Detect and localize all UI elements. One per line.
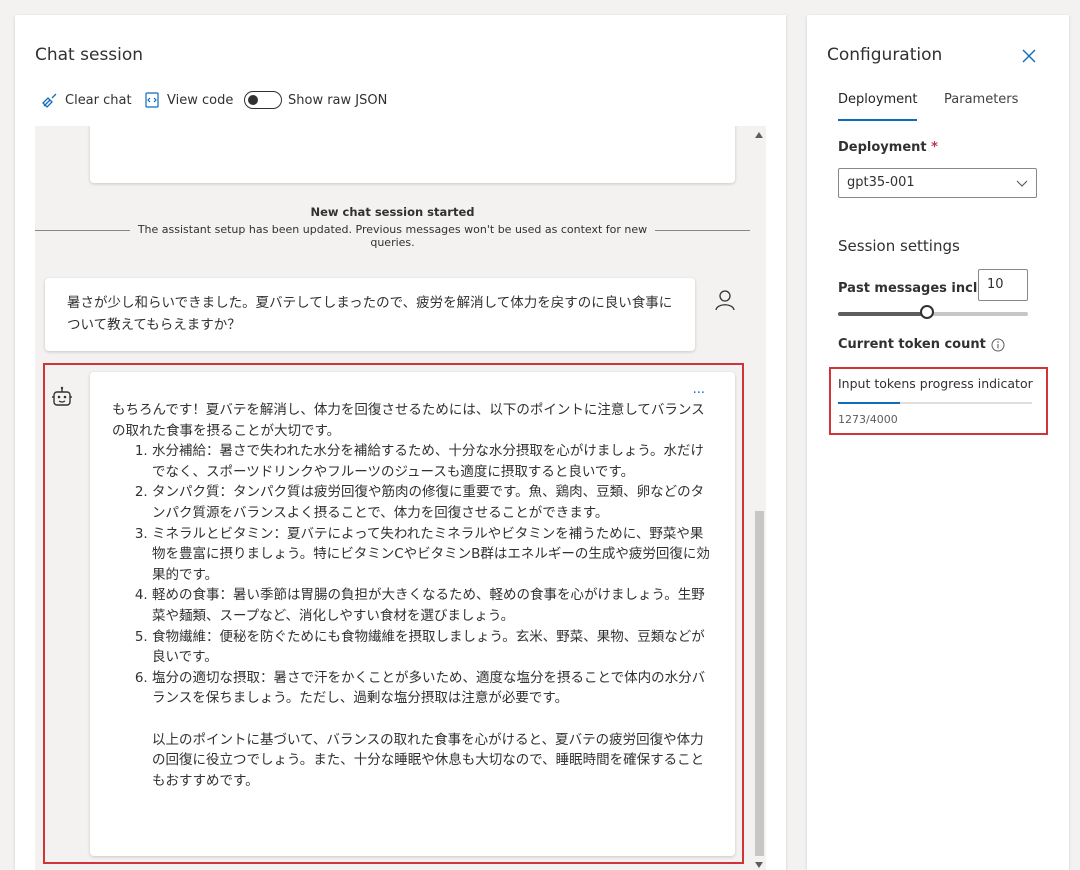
session-started-subtitle: The assistant setup has been updated. Pr…: [130, 223, 655, 249]
view-code-label: View code: [167, 92, 234, 108]
session-settings-title: Session settings: [838, 237, 960, 255]
past-messages-label-clip: Past messages included: [838, 277, 978, 297]
system-message-card: [90, 126, 735, 183]
show-raw-json-label: Show raw JSON: [288, 92, 388, 108]
required-mark: *: [931, 140, 938, 155]
scroll-down-arrow[interactable]: [755, 862, 763, 868]
session-started-title: New chat session started: [310, 205, 475, 219]
tab-deployment[interactable]: Deployment: [838, 92, 918, 107]
user-message-text: 暑さが少し和らいできました。夏バテしてしまったので、疲労を解消して体力を戻すのに…: [67, 295, 673, 333]
slider-fill: [838, 312, 928, 316]
toggle-knob: [248, 95, 258, 105]
configuration-panel: Configuration Deployment Parameters Depl…: [807, 15, 1069, 870]
token-count-label: Current token count: [838, 337, 986, 352]
deployment-label: Deployment *: [838, 140, 938, 155]
past-messages-slider[interactable]: [838, 305, 1028, 319]
code-icon: [145, 92, 159, 108]
deployment-select[interactable]: gpt35-001: [838, 168, 1037, 198]
deployment-label-text: Deployment: [838, 140, 927, 155]
scroll-up-arrow[interactable]: [755, 132, 763, 138]
past-messages-label: Past messages included: [838, 281, 978, 296]
scroll-thumb[interactable]: [755, 511, 764, 856]
show-raw-json-toggle[interactable]: Show raw JSON: [244, 91, 387, 109]
view-code-button[interactable]: View code: [143, 91, 233, 109]
user-message-card: 暑さが少し和らいできました。夏バテしてしまったので、疲労を解消して体力を戻すのに…: [45, 278, 695, 351]
info-icon[interactable]: [991, 338, 1005, 352]
user-avatar-icon: [715, 290, 735, 311]
past-messages-input[interactable]: 10: [978, 269, 1028, 301]
deployment-select-value: gpt35-001: [847, 175, 915, 190]
slider-thumb[interactable]: [920, 305, 935, 319]
broom-icon: [42, 93, 57, 108]
chat-scrollbar[interactable]: [752, 126, 766, 870]
close-icon[interactable]: [1022, 49, 1036, 63]
toggle-switch[interactable]: [244, 91, 282, 109]
chat-title: Chat session: [35, 45, 144, 65]
token-progress-highlight-box: [829, 367, 1048, 435]
active-tab-indicator: [838, 119, 917, 121]
clear-chat-button[interactable]: Clear chat: [41, 91, 132, 109]
token-count-row: Current token count: [838, 337, 1005, 352]
config-title: Configuration: [827, 45, 943, 65]
clear-chat-label: Clear chat: [65, 92, 132, 108]
tab-parameters[interactable]: Parameters: [944, 92, 1018, 107]
chevron-down-icon: [1016, 180, 1028, 187]
assistant-highlight-box: [43, 363, 744, 864]
